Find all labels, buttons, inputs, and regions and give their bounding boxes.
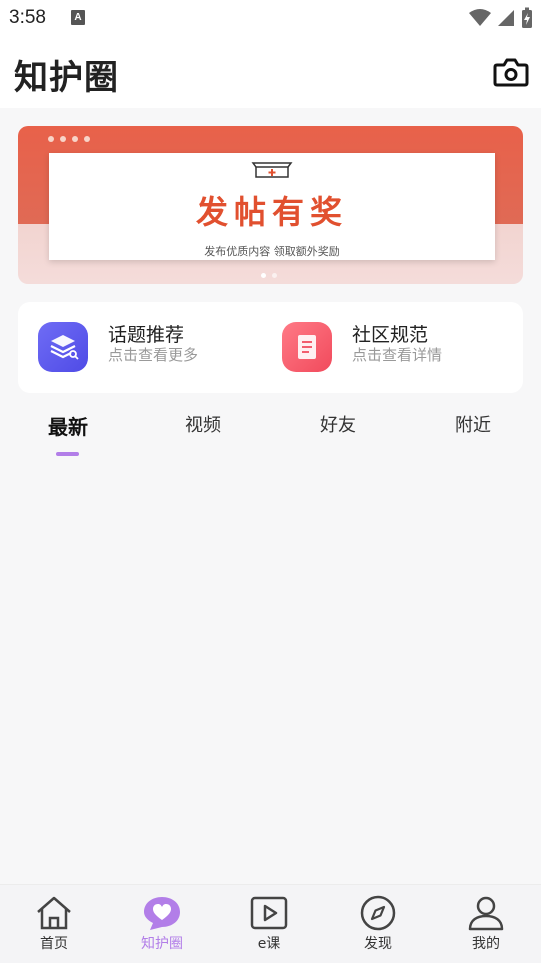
nav-profile-label: 我的	[472, 936, 500, 952]
page-title: 知护圈	[14, 58, 119, 98]
tab-video[interactable]: 视频	[163, 411, 243, 437]
banner-card: 发帖有奖 发布优质内容 领取额外奖励	[49, 153, 495, 260]
battery-icon	[522, 7, 532, 28]
nav-home[interactable]: 首页	[9, 895, 99, 957]
nav-circle[interactable]: 知护圈	[117, 895, 207, 957]
nav-discover[interactable]: 发现	[333, 895, 423, 957]
status-time: 3:58	[9, 7, 46, 28]
nav-ecourse-label: e课	[257, 936, 281, 952]
compass-icon	[360, 895, 396, 931]
nurse-cap-icon	[251, 162, 293, 178]
nav-ecourse[interactable]: e课	[224, 895, 314, 957]
banner-title: 发帖有奖	[195, 193, 348, 231]
quick-links-card: 话题推荐 点击查看更多 社区规范 点击查看详情	[18, 302, 523, 393]
tab-nearby[interactable]: 附近	[433, 411, 513, 437]
community-rules-item[interactable]: 社区规范 点击查看详情	[282, 320, 512, 376]
community-rules-title: 社区规范	[352, 324, 429, 346]
topic-recommend-sub: 点击查看更多	[108, 346, 199, 364]
bottom-nav: 首页 知护圈 e课 发现 我的	[0, 884, 541, 963]
play-icon	[250, 896, 288, 930]
status-bar: 3:58 A	[0, 0, 541, 38]
tab-latest[interactable]: 最新	[28, 411, 108, 440]
nav-discover-label: 发现	[364, 936, 392, 952]
topic-recommend-item[interactable]: 话题推荐 点击查看更多	[38, 320, 268, 376]
nav-circle-label: 知护圈	[141, 936, 183, 952]
user-icon	[468, 896, 504, 931]
camera-icon	[493, 58, 529, 87]
document-icon	[282, 322, 332, 372]
community-rules-sub: 点击查看详情	[352, 346, 443, 364]
promo-banner[interactable]: 发帖有奖 发布优质内容 领取额外奖励	[18, 126, 523, 284]
signal-icon	[498, 10, 514, 26]
wifi-icon	[469, 9, 491, 26]
status-icons	[469, 7, 533, 29]
heart-chat-icon	[144, 897, 180, 930]
topic-stack-icon	[38, 322, 88, 372]
camera-button[interactable]	[493, 56, 529, 88]
home-icon	[37, 896, 71, 930]
banner-subtitle: 发布优质内容 领取额外奖励	[204, 245, 340, 258]
topic-recommend-title: 话题推荐	[108, 324, 185, 346]
header: 知护圈	[0, 38, 541, 108]
banner-decor-dots	[48, 136, 90, 142]
banner-pager	[261, 273, 277, 278]
nav-profile[interactable]: 我的	[441, 895, 531, 957]
notification-icon: A	[71, 10, 85, 25]
nav-home-label: 首页	[40, 936, 68, 952]
tab-friends[interactable]: 好友	[298, 411, 378, 437]
feed-tabs: 最新 视频 好友 附近	[0, 405, 541, 465]
tab-active-indicator	[56, 452, 79, 456]
